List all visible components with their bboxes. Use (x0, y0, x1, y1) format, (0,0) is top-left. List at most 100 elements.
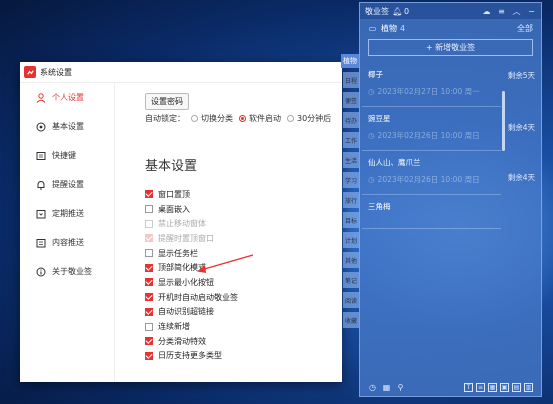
notification-count[interactable]: 🔔︎ 0 (392, 6, 410, 16)
settings-window: 系统设置 个人设置 基本设置 快捷键 提醒设置 定期推送 内容推送 关于敬业签 … (20, 62, 342, 382)
nav-shortcuts[interactable]: 快捷键 (20, 141, 114, 170)
check-continuous-add[interactable]: 连续新增 (145, 319, 238, 334)
category-tab[interactable]: 计划 (343, 232, 359, 248)
tab-active-category[interactable]: 植物 (341, 54, 359, 68)
archive-icon[interactable]: ▤ (512, 382, 521, 392)
nav-content-push[interactable]: 内容推送 (20, 228, 114, 257)
nav-label: 定期推送 (52, 209, 84, 218)
search-icon[interactable]: ⚲ (396, 383, 405, 392)
check-label: 禁止移动窗体 (158, 219, 206, 229)
settings-titlebar[interactable]: 系统设置 (20, 62, 342, 83)
nav-about[interactable]: 关于敬业签 (20, 257, 114, 286)
settings-sidebar: 个人设置 基本设置 快捷键 提醒设置 定期推送 内容推送 关于敬业签 (20, 83, 115, 382)
category-tab[interactable]: 阅读 (343, 292, 359, 308)
category-tab[interactable]: 目标 (343, 212, 359, 228)
cloud-icon[interactable]: ☁︎ (482, 7, 491, 16)
settings-title: 系统设置 (40, 67, 72, 77)
nav-basic-settings[interactable]: 基本设置 (20, 112, 114, 141)
check-disable-move: 禁止移动窗体 (145, 216, 238, 231)
checkbox (145, 234, 153, 243)
filter-dropdown[interactable]: 全部 (517, 23, 533, 34)
nav-label: 内容推送 (52, 238, 84, 247)
menu-icon[interactable]: ≡ (497, 7, 506, 16)
nav-scheduled-push[interactable]: 定期推送 (20, 199, 114, 228)
category-tab[interactable]: 生活 (343, 152, 359, 168)
check-desktop-embed[interactable]: 桌面嵌入 (145, 202, 238, 217)
note-item[interactable]: 仙人山、鹰爪兰 ◷ 2023年02月26日 10:00 周日 (362, 151, 501, 195)
check-calendar-types[interactable]: 日历支持更多类型 (145, 349, 238, 364)
category-header: ▭ 植物 4 全部 (360, 19, 541, 37)
category-tab[interactable]: 笔记 (343, 272, 359, 288)
lock-option-switch-radio[interactable] (191, 115, 198, 122)
sticky-note-panel: 敬业签 🔔︎ 0 ☁︎ ≡ ︿ − ▭ 植物 4 全部 + 新增敬业签 椰子 ◷… (359, 2, 542, 397)
checkbox[interactable] (145, 293, 153, 302)
info-icon (36, 267, 46, 277)
table-icon[interactable]: ▥ (524, 382, 533, 392)
check-category-slide[interactable]: 分类滑动特效 (145, 334, 238, 349)
category-name: 植物 (381, 23, 397, 33)
calendar-icon[interactable]: ▦ (382, 383, 391, 392)
note-remaining: 剩余5天 (507, 71, 535, 80)
category-tab[interactable]: 工作 (343, 132, 359, 148)
category-tab[interactable]: 便签 (343, 92, 359, 108)
nav-label: 快捷键 (52, 151, 76, 160)
check-label: 连续新增 (158, 322, 190, 332)
note-title: 仙人山、鹰爪兰 (368, 158, 421, 167)
category-tab-strip: 植物 日程 便签 待办 工作 生活 学习 旅行 目标 计划 其他 笔记 阅读 收… (341, 54, 359, 328)
minimize-icon[interactable]: − (527, 7, 536, 16)
note-remaining: 剩余4天 (507, 123, 535, 132)
calendar-view-icon[interactable]: ▣ (500, 382, 509, 392)
category-tab[interactable]: 收藏 (343, 312, 359, 328)
settings-icon (36, 122, 46, 132)
check-auto-start[interactable]: 开机时自动启动敬业签 (145, 290, 238, 305)
checkbox[interactable] (145, 205, 153, 214)
note-item[interactable]: 三角梅 (362, 195, 501, 229)
note-date: 2023年02月26日 10:00 周日 (377, 131, 480, 140)
check-label: 开机时自动启动敬业签 (158, 292, 238, 302)
checkbox[interactable] (145, 322, 153, 331)
auto-lock-label: 自动锁定： (145, 114, 185, 123)
nav-personal-settings[interactable]: 个人设置 (20, 83, 114, 112)
bell-icon (36, 180, 46, 190)
note-title: 三角梅 (368, 202, 391, 211)
category-tab[interactable]: 待办 (343, 112, 359, 128)
collapse-icon[interactable]: ︿ (512, 7, 521, 16)
note-icon[interactable]: T (464, 382, 473, 392)
category-tab[interactable]: 旅行 (343, 192, 359, 208)
checkbox[interactable] (145, 263, 153, 272)
checkbox[interactable] (145, 307, 153, 316)
calendar-icon (36, 209, 46, 219)
category-tab[interactable]: 学习 (343, 172, 359, 188)
note-item[interactable]: 豌豆星 ◷ 2023年02月26日 10:00 周日 (362, 107, 501, 151)
checkbox[interactable] (145, 190, 153, 199)
checkbox[interactable] (145, 278, 153, 287)
checkbox[interactable] (145, 351, 153, 360)
note-titlebar[interactable]: 敬业签 🔔︎ 0 ☁︎ ≡ ︿ − (360, 3, 541, 19)
lock-option-startup-radio[interactable] (239, 115, 246, 122)
note-scrollbar[interactable] (502, 91, 505, 151)
check-auto-links[interactable]: 自动识别超链接 (145, 305, 238, 320)
check-window-on-top[interactable]: 窗口置顶 (145, 187, 238, 202)
clock-icon: ◷ (368, 131, 375, 140)
note-title: 椰子 (368, 70, 383, 79)
clock-icon[interactable]: ◷ (368, 383, 377, 392)
lock-option-label: 30分钟后 (297, 114, 332, 123)
checkbox[interactable] (145, 337, 153, 346)
check-label: 显示任务栏 (158, 248, 198, 258)
nav-reminder-settings[interactable]: 提醒设置 (20, 170, 114, 199)
notification-count-value: 0 (404, 6, 410, 16)
note-item[interactable]: 椰子 ◷ 2023年02月27日 10:00 周一 (362, 63, 501, 107)
note-bottom-toolbar: ◷ ▦ ⚲ T ≡ ▦ ▣ ▤ ▥ (360, 378, 541, 396)
set-password-button[interactable]: 设置密码 (145, 93, 189, 110)
annotation-arrow-icon (197, 254, 254, 273)
add-note-button[interactable]: + 新增敬业签 (368, 39, 533, 56)
category-tab[interactable]: 日程 (343, 72, 359, 88)
nav-label: 个人设置 (52, 93, 84, 102)
list-icon[interactable]: ≡ (476, 382, 485, 392)
category-tab[interactable]: 其他 (343, 252, 359, 268)
checkbox[interactable] (145, 249, 153, 258)
grid-icon[interactable]: ▦ (488, 382, 497, 392)
lock-option-30min-radio[interactable] (287, 115, 294, 122)
settings-content: 设置密码 自动锁定： 切换分类 软件启动 30分钟后 基本设置 窗口置顶 桌面嵌… (115, 83, 342, 382)
category-count: 4 (400, 23, 406, 33)
